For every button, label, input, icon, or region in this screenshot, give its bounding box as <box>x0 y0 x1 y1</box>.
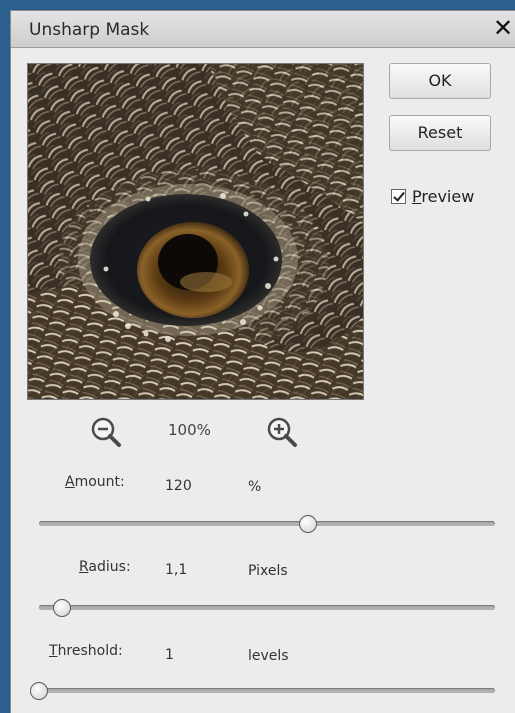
radius-value[interactable]: 1,1 <box>165 562 187 578</box>
preview-checkbox-row[interactable]: Preview <box>391 185 474 207</box>
preview-checkbox[interactable] <box>391 188 406 204</box>
reset-button[interactable]: Reset <box>389 115 491 151</box>
preview-image[interactable] <box>27 63 364 400</box>
dialog-title: Unsharp Mask <box>29 20 150 40</box>
amount-label: Amount: <box>65 474 125 490</box>
amount-slider-track[interactable] <box>39 521 495 526</box>
zoom-out-icon[interactable] <box>89 415 123 449</box>
title-bar[interactable]: Unsharp Mask ✕ <box>11 11 515 48</box>
zoom-in-icon[interactable] <box>265 415 299 449</box>
amount-value[interactable]: 120 <box>165 478 192 494</box>
threshold-unit: levels <box>248 648 289 664</box>
radius-slider-track[interactable] <box>39 605 495 610</box>
unsharp-mask-dialog: Unsharp Mask ✕ OK Reset Preview 100% Amo… <box>10 10 515 713</box>
threshold-value[interactable]: 1 <box>165 647 174 663</box>
amount-unit: % <box>248 479 262 495</box>
zoom-level: 100% <box>168 421 211 439</box>
close-icon[interactable]: ✕ <box>491 14 515 42</box>
bird-eye-closeup <box>28 64 363 399</box>
threshold-slider-thumb[interactable] <box>30 682 48 700</box>
preview-label: Preview <box>412 186 475 206</box>
threshold-slider-track[interactable] <box>39 688 495 693</box>
amount-slider-thumb[interactable] <box>299 515 318 533</box>
ok-button[interactable]: OK <box>389 63 491 99</box>
radius-label: Radius: <box>79 559 131 575</box>
radius-unit: Pixels <box>248 563 288 579</box>
threshold-label: Threshold: <box>49 643 123 659</box>
radius-slider-thumb[interactable] <box>52 599 71 617</box>
